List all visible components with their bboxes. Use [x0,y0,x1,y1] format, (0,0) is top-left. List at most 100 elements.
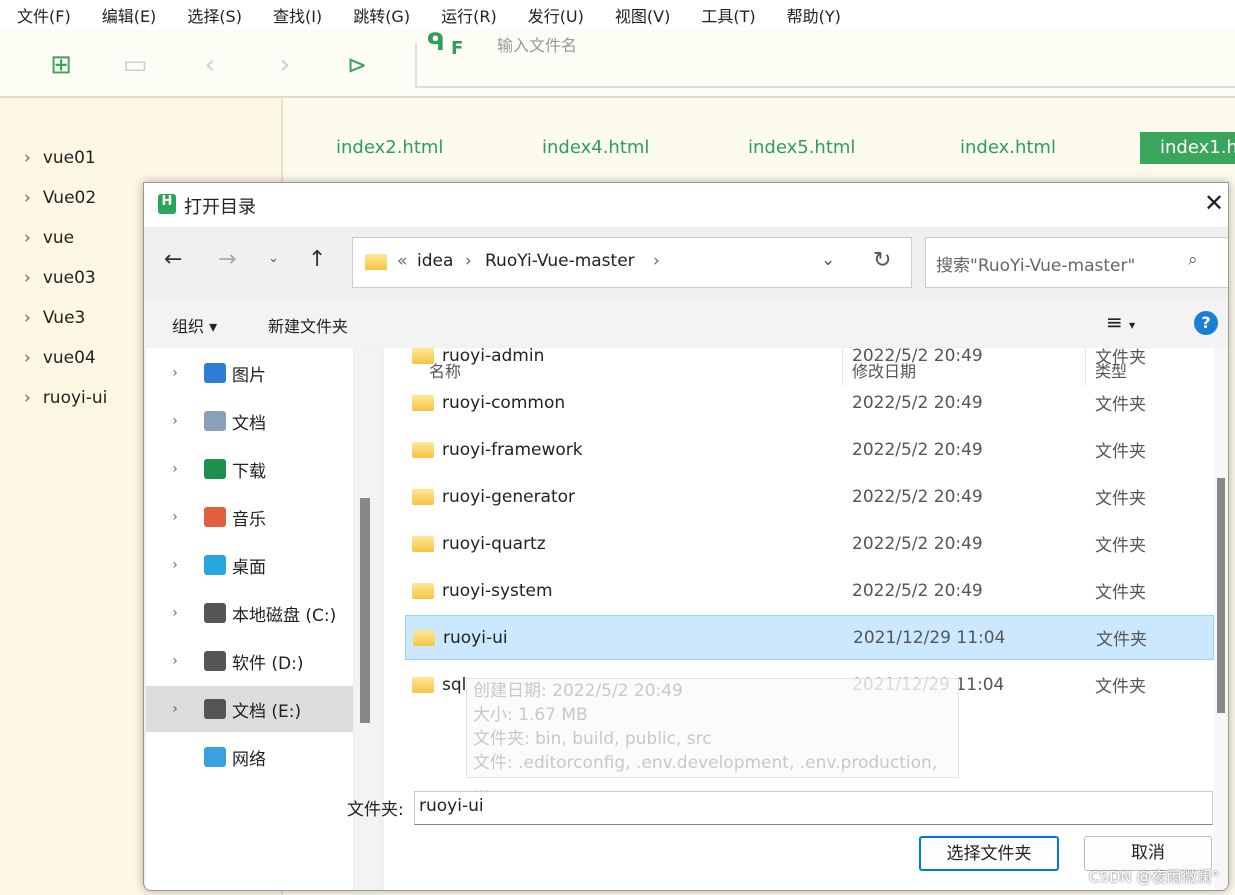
nav-item[interactable]: › 图片 [146,350,353,396]
help-icon[interactable]: ? [1194,311,1218,335]
project-label: Vue3 [42,308,86,328]
folder-search-input[interactable]: 搜索"RuoYi-Vue-master" ⌕ [925,237,1228,288]
editor-tab[interactable]: index1.html [1140,132,1235,164]
nav-item[interactable]: › 桌面 [146,542,353,588]
nav-item[interactable]: › 本地磁盘 (C:) [146,590,353,636]
project-item[interactable]: › vue [24,228,74,248]
location-icon [204,411,226,431]
menu-item[interactable]: 查找(I) [273,3,322,27]
editor-tab[interactable]: index.html [960,132,1056,164]
menu-item[interactable]: 帮助(Y) [787,3,841,27]
file-type: 文件夹 [1095,348,1146,368]
project-item[interactable]: › Vue3 [24,308,85,328]
project-label: vue04 [42,348,96,368]
run-icon[interactable]: ⊳ [342,50,372,80]
menu-item[interactable]: 发行(U) [528,3,584,27]
file-type: 文件夹 [1095,677,1146,697]
chevron-right-icon[interactable]: › [146,509,204,525]
forward-arrow-icon[interactable]: → [218,247,236,272]
editor-tab[interactable]: index2.html [336,132,443,164]
chevron-right-icon[interactable]: › [146,365,204,381]
menu-bar: 文件(F) 编辑(E) 选择(S) 查找(I) 跳转(G) 运行(R) 发行(U) 视图(V)… [0,0,1235,30]
nav-item[interactable]: › 软件 (D:) [146,638,353,684]
location-icon [204,507,226,527]
file-name: ruoyi-generator [442,486,576,507]
organize-label: 组织 [172,317,205,336]
file-row[interactable]: ruoyi-framework 2022/5/2 20:49 文件夹 [384,427,1214,472]
menu-item[interactable]: 工具(T) [701,3,755,27]
chevron-right-icon[interactable]: › [146,605,204,621]
chevron-right-icon: › [24,148,31,168]
file-date: 2022/5/2 20:49 [852,533,983,554]
nav-item[interactable]: › 文档 (E:) [146,686,353,732]
file-date: 2022/5/2 20:49 [852,486,983,507]
view-options-icon[interactable]: ≡ ▾ [1106,310,1135,334]
file-row[interactable]: ruoyi-common 2022/5/2 20:49 文件夹 [384,380,1214,425]
chevron-right-icon[interactable]: › [146,461,204,477]
menu-item[interactable]: 运行(R) [441,3,497,27]
breadcrumb-overflow[interactable]: « [397,251,407,271]
vertical-scrollbar[interactable] [1214,348,1228,890]
nav-item[interactable]: › 下载 [146,446,353,492]
file-date: 2022/5/2 20:49 [852,392,983,413]
menu-item[interactable]: 视图(V) [615,3,670,27]
folder-name-input[interactable]: ruoyi-ui [414,791,1213,825]
menu-item[interactable]: 文件(F) [17,3,71,27]
open-directory-dialog: H 打开目录 ✕ ← → ⌄ ↑ « idea › RuoYi-Vue-mast… [143,182,1229,891]
address-dropdown-icon[interactable]: ⌄ [821,250,835,270]
refresh-icon[interactable]: ↻ [873,248,891,273]
file-row[interactable]: ruoyi-quartz 2022/5/2 20:49 文件夹 [384,521,1214,566]
organize-button[interactable]: 组织 ▾ [172,313,217,337]
forward-icon[interactable]: › [270,50,300,80]
nav-item[interactable]: 网络 [146,734,353,780]
save-icon[interactable]: ▭ [120,50,150,80]
chevron-right-icon[interactable]: › [146,653,204,669]
file-type: 文件夹 [1095,489,1146,509]
file-row[interactable]: ruoyi-admin 2022/5/2 20:49 文件夹 [384,348,1214,378]
chevron-right-icon[interactable]: › [146,413,204,429]
file-search-input[interactable]: ᑫ F 输入文件名 [415,28,1235,88]
menu-item[interactable]: 编辑(E) [102,3,157,27]
breadcrumb-idea[interactable]: idea [417,251,453,271]
file-row[interactable]: ruoyi-system 2022/5/2 20:49 文件夹 [384,568,1214,613]
location-icon [204,603,226,623]
folder-icon [412,394,434,411]
breadcrumb-ruoyi-vue-master[interactable]: RuoYi-Vue-master [485,251,635,271]
project-item[interactable]: › vue04 [24,348,96,368]
editor-tab[interactable]: index5.html [748,132,855,164]
navigation-pane: › 图片 › 文档 › 下载 › 音乐 › 桌面 › 本地磁盘 (C:) › 软件 (D:) › 文档 (E:… [146,348,353,890]
back-icon[interactable]: ‹ [195,50,225,80]
new-folder-button[interactable]: 新建文件夹 [268,313,348,337]
project-label: Vue02 [42,188,97,208]
new-file-icon[interactable]: ⊞ [46,50,76,80]
editor-tab[interactable]: index4.html [542,132,649,164]
up-arrow-icon[interactable]: ↑ [308,247,326,272]
recent-dropdown-icon[interactable]: ⌄ [268,251,279,266]
chevron-right-icon[interactable]: › [146,557,204,573]
project-label: ruoyi-ui [42,388,108,408]
menu-item[interactable]: 选择(S) [187,3,242,27]
file-name: sql [442,674,467,695]
folder-label: 文件夹: [347,800,404,820]
select-folder-button[interactable]: 选择文件夹 [919,836,1059,871]
project-item[interactable]: › Vue02 [24,188,96,208]
file-row[interactable]: ruoyi-generator 2022/5/2 20:49 文件夹 [384,474,1214,519]
search-icon: ᑫ [427,28,445,56]
project-item[interactable]: › vue01 [24,148,96,168]
file-date: 2022/5/2 20:49 [852,348,983,366]
folder-icon [412,535,434,552]
chevron-right-icon: › [24,228,31,248]
address-bar[interactable]: « idea › RuoYi-Vue-master › ⌄ ↻ [352,237,912,288]
close-icon[interactable]: ✕ [1204,189,1224,217]
chevron-right-icon[interactable]: › [146,701,204,717]
project-item[interactable]: › vue03 [24,268,96,288]
nav-item[interactable]: › 音乐 [146,494,353,540]
folder-icon [365,254,387,270]
file-row[interactable]: ruoyi-ui 2021/12/29 11:04 文件夹 [405,615,1214,660]
project-item[interactable]: › ruoyi-ui [24,388,107,408]
back-arrow-icon[interactable]: ← [164,247,182,272]
nav-item[interactable]: › 文档 [146,398,353,444]
file-type: 文件夹 [1095,442,1146,462]
menu-item[interactable]: 跳转(G) [353,3,410,27]
file-type: 文件夹 [1095,395,1146,415]
